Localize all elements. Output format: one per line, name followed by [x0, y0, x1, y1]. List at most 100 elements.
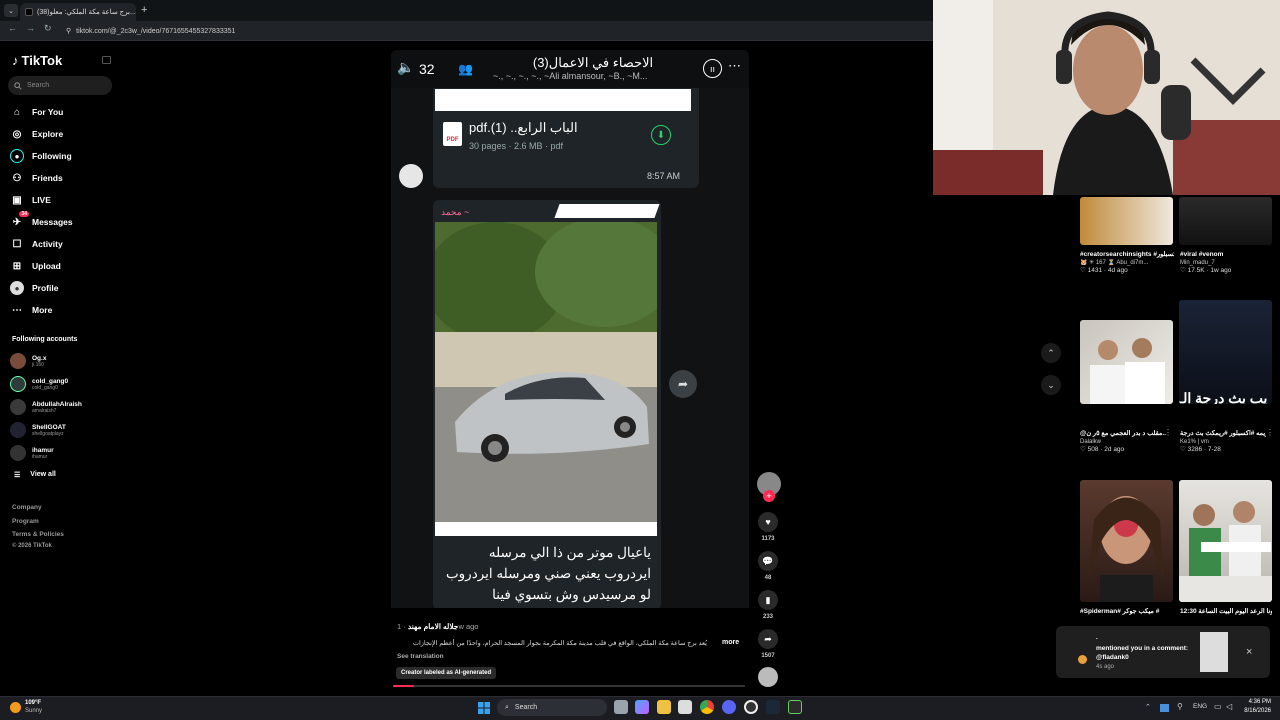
address-bar[interactable]: ⚲ tiktok.com/@_2c3w_/video/7671655455327… [66, 24, 926, 38]
following-accounts-title: Following accounts [12, 336, 78, 343]
chrome-icon[interactable] [700, 700, 714, 714]
nav-profile[interactable]: ● Profile [10, 280, 58, 296]
caption-author-line[interactable]: جلاله الامام مهند · 1w ago [397, 622, 478, 631]
home-icon: ⌂ [13, 106, 21, 118]
feed-thumbnail[interactable] [1179, 197, 1272, 245]
next-video-button[interactable]: ⌄ [1041, 375, 1061, 395]
windows-start-icon[interactable] [478, 701, 490, 714]
mention-notification[interactable]: . mentioned you in a comment: @fladank0 … [1056, 626, 1270, 678]
feed-card-info[interactable]: #viral #venom Min_madu_7 ♡ 17.5K · 1w ag… [1180, 251, 1274, 275]
author-name[interactable]: جلاله الامام مهند [408, 622, 459, 631]
account-item[interactable]: cold_gang0 cold_gang0 [10, 374, 68, 394]
account-name: AbdullahAlraish [32, 400, 82, 408]
image-message[interactable]: ~ محمد ياعيال موتر من ذا الي مرسله ايردر… [433, 200, 661, 608]
network-icon[interactable]: ▭ [1214, 702, 1222, 711]
search-input[interactable]: Search [8, 76, 112, 95]
feed-thumbnail[interactable] [1080, 197, 1173, 245]
feed-thumbnail[interactable]: يب بث درجة الـ [1179, 300, 1272, 404]
feed-card-info[interactable]: @مقلب د بدر العجمي مع ٥ر ن... @ Dalalkw … [1080, 430, 1166, 454]
video-progress-bar[interactable] [393, 685, 745, 687]
view-all-link[interactable]: ☰ View all [14, 471, 56, 479]
terminal-icon[interactable] [788, 700, 802, 714]
call-icon[interactable]: ıı [703, 59, 722, 78]
new-tab-button[interactable]: + [141, 4, 147, 16]
nav-following[interactable]: ● Following [10, 148, 72, 164]
language-indicator[interactable]: ENG [1193, 703, 1207, 710]
live-icon: ▣ [12, 194, 22, 206]
site-info-icon[interactable]: ⚲ [66, 27, 71, 35]
nav-upload[interactable]: ⊞ Upload [10, 258, 61, 274]
footer-company[interactable]: Company [12, 504, 42, 511]
feed-card-info[interactable]: #Spiderman# ميكب جوكر # [1080, 608, 1172, 616]
reload-icon[interactable]: ↻ [44, 23, 52, 34]
feed-card-info[interactable]: #creatorsearchinsights #اكسبلور explore.… [1080, 251, 1174, 275]
notification-close-icon[interactable]: × [1246, 646, 1252, 658]
speaker-icon[interactable]: 🔈 [397, 59, 414, 76]
car-photo [435, 222, 657, 536]
bookmark-icon[interactable]: ▮ [758, 590, 778, 610]
footer-terms[interactable]: Terms & Policies [12, 531, 64, 538]
forward-arrow-icon[interactable]: → [26, 23, 35, 33]
feed-age: 1w ago [1210, 267, 1232, 274]
like-heart-icon[interactable]: ♥ [758, 512, 778, 532]
copilot-icon[interactable] [635, 700, 649, 714]
nav-explore[interactable]: ◎ Explore [10, 126, 64, 142]
follow-plus-icon[interactable]: + [763, 490, 775, 502]
feed-thumbnail[interactable] [1179, 480, 1272, 602]
comment-icon[interactable]: 💬 [758, 551, 778, 571]
account-item[interactable]: Og.x ji.160 [10, 351, 46, 371]
see-translation-link[interactable]: See translation [397, 653, 444, 660]
tray-mic-icon[interactable]: ⚲ [1177, 702, 1183, 711]
nav-friends[interactable]: ⚇ Friends [10, 170, 63, 186]
previous-video-button[interactable]: ⌃ [1041, 343, 1061, 363]
nav-activity[interactable]: ☐ Activity [10, 236, 63, 252]
feed-card-info[interactable]: عقاب #فريمه #اكسبلور #ريمكث بث درجة... K… [1180, 430, 1266, 454]
volume-icon[interactable]: ◁ [1226, 702, 1232, 711]
account-handle: ji.160 [32, 361, 44, 368]
account-item[interactable]: AbdullahAlraish amalraish7 [10, 397, 82, 417]
weather-temp[interactable]: 109°F [25, 700, 41, 706]
logo-text: TikTok [21, 53, 63, 68]
tiktok-logo[interactable]: ♪ TikTok [12, 53, 62, 68]
menu-dots-icon[interactable]: ⋯ [728, 58, 741, 74]
tray-chevron-icon[interactable]: ⌃ [1145, 703, 1151, 711]
forward-icon[interactable]: ➦ [669, 370, 697, 398]
nav-messages[interactable]: ✈ 34 Messages [10, 211, 73, 230]
download-icon[interactable]: ⬇ [651, 125, 671, 145]
feed-card-info[interactable]: تركيونا الرعد اليوم البيت الساعة 12:30 .… [1180, 608, 1272, 616]
account-item[interactable]: ihamur ihamur [10, 443, 54, 463]
tray-app-icon[interactable] [1160, 704, 1169, 712]
nav-label: Upload [32, 261, 61, 271]
share-icon[interactable]: ➦ [758, 629, 778, 649]
feed-thumbnail[interactable] [1080, 480, 1173, 602]
feed-thumbnail[interactable] [1080, 320, 1173, 404]
nav-label: More [32, 305, 53, 315]
nav-for-you[interactable]: ⌂ For You [10, 104, 63, 120]
file-explorer-icon[interactable] [657, 700, 671, 714]
account-name: Og.x [32, 354, 47, 362]
task-view-icon[interactable] [614, 700, 628, 714]
taskbar-search[interactable]: ⌕ Search [497, 699, 607, 716]
footer-program[interactable]: Program [12, 518, 39, 525]
collapse-sidebar-icon[interactable] [102, 56, 111, 64]
document-message[interactable]: PDF الباب الرابع.. (1).pdf 30 pages · 2.… [433, 88, 699, 188]
nav-more[interactable]: ⋯ More [10, 302, 52, 318]
clock-time[interactable]: 4:36 PM [1247, 699, 1271, 705]
sound-disc-icon[interactable] [758, 667, 778, 687]
back-arrow-icon[interactable]: ← [8, 23, 17, 33]
nav-label: Friends [32, 173, 63, 183]
nav-live[interactable]: ▣ LIVE [10, 192, 51, 208]
store-icon[interactable] [678, 700, 692, 714]
feed-age: 7-28 [1207, 446, 1221, 453]
clock-date[interactable]: 8/16/2026 [1241, 708, 1271, 714]
feed-options-icon[interactable]: ⋮ [1266, 428, 1274, 437]
discord-icon[interactable] [722, 700, 736, 714]
weather-text[interactable]: Sunny [25, 708, 42, 714]
browser-tab[interactable]: (38)برج ساعة مكة الملكي: معلو... × [20, 3, 136, 21]
obs-icon[interactable] [744, 700, 758, 714]
account-item[interactable]: ShellGOAT shellgoatplayz [10, 420, 66, 440]
video-player[interactable]: 🔈 32 👥 الاحصاء في الاعمال(3) ~., ~., ~.,… [391, 50, 749, 608]
steam-icon[interactable] [766, 700, 780, 714]
caption-more-button[interactable]: more [722, 639, 739, 646]
tab-list-button[interactable]: ⌄ [4, 4, 18, 17]
